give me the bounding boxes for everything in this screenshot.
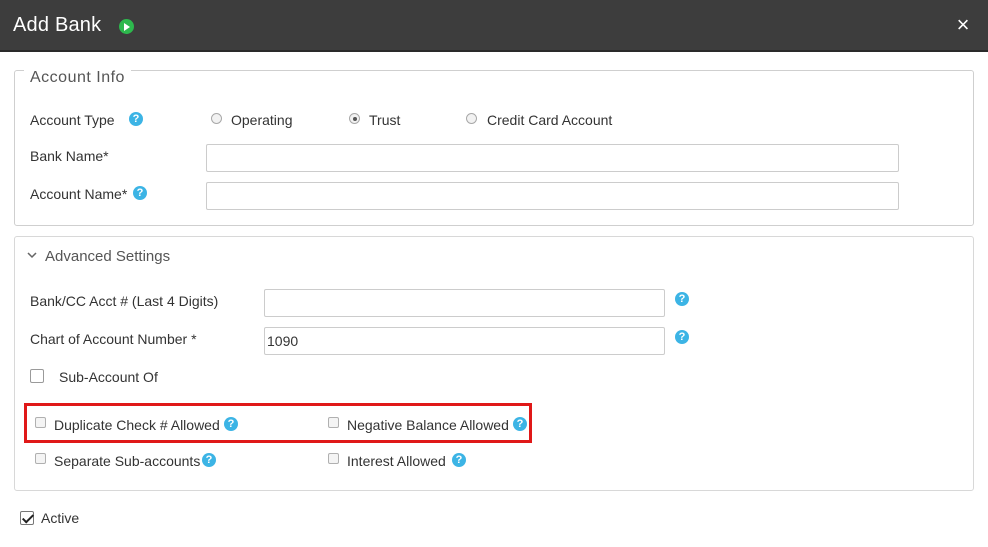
separate-sub-accounts-checkbox[interactable] [35,453,46,464]
radio-trust-label[interactable]: Trust [369,112,400,128]
chart-account-input[interactable] [264,327,665,355]
account-type-help-icon[interactable]: ? [129,112,143,126]
dialog-header: Add Bank × [0,0,988,52]
interest-allowed-label[interactable]: Interest Allowed [347,453,446,469]
chart-account-label: Chart of Account Number * [30,331,197,347]
sub-account-checkbox[interactable] [30,369,44,383]
bank-name-label: Bank Name* [30,148,109,164]
negative-balance-checkbox[interactable] [328,417,339,428]
advanced-settings-toggle[interactable]: Advanced Settings [45,248,170,265]
acct-digits-label: Bank/CC Acct # (Last 4 Digits) [30,293,219,309]
acct-digits-input[interactable] [264,289,665,317]
account-name-help-icon[interactable]: ? [133,186,147,200]
account-name-label: Account Name* [30,186,128,202]
close-icon[interactable]: × [952,12,974,38]
duplicate-check-help-icon[interactable]: ? [224,417,238,431]
radio-operating[interactable] [211,113,222,124]
separate-sub-accounts-label[interactable]: Separate Sub-accounts [54,453,200,469]
chevron-down-icon[interactable] [27,250,37,260]
radio-credit-card-account[interactable] [466,113,477,124]
bank-name-input[interactable] [206,144,899,172]
account-type-label: Account Type [30,112,115,128]
negative-balance-help-icon[interactable]: ? [513,417,527,431]
active-checkbox[interactable] [20,511,34,525]
radio-trust[interactable] [349,113,360,124]
acct-digits-help-icon[interactable]: ? [675,292,689,306]
interest-allowed-help-icon[interactable]: ? [452,453,466,467]
sub-account-label: Sub-Account Of [59,369,158,385]
interest-allowed-checkbox[interactable] [328,453,339,464]
duplicate-check-label[interactable]: Duplicate Check # Allowed [54,417,220,433]
separate-sub-accounts-help-icon[interactable]: ? [202,453,216,467]
negative-balance-label[interactable]: Negative Balance Allowed [347,417,509,433]
active-label[interactable]: Active [41,510,79,526]
radio-credit-card-account-label[interactable]: Credit Card Account [487,112,612,128]
account-name-input[interactable] [206,182,899,210]
dialog-title: Add Bank [13,14,102,36]
duplicate-check-checkbox[interactable] [35,417,46,428]
chart-account-help-icon[interactable]: ? [675,330,689,344]
radio-operating-label[interactable]: Operating [231,112,292,128]
play-circle-icon[interactable] [119,19,134,34]
account-info-legend: Account Info [24,69,131,87]
